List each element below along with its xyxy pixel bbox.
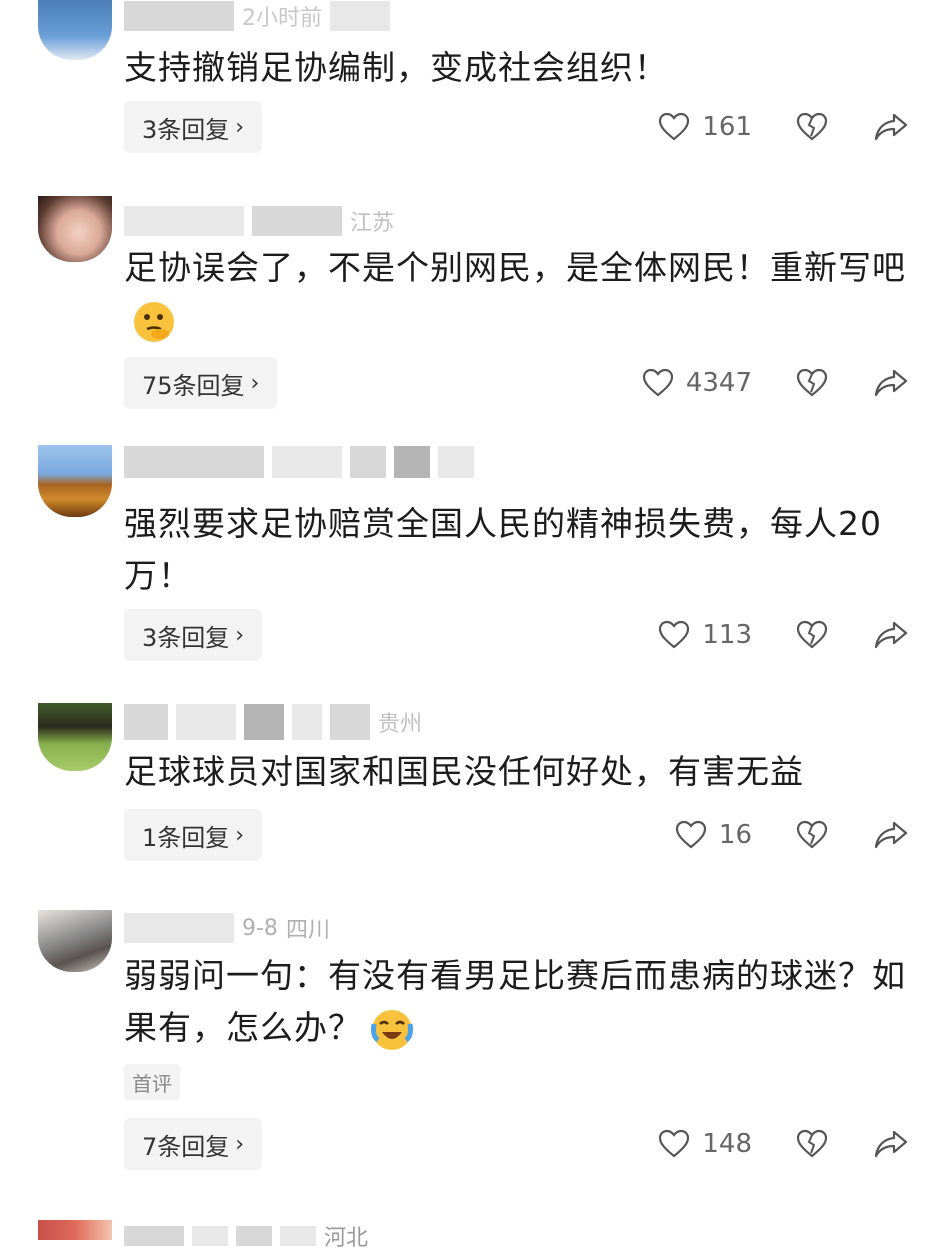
comment-actions: 148 <box>658 1118 908 1170</box>
comment-text: 足球球员对国家和国民没任何好处，有害无益 <box>124 752 804 791</box>
laughing-crying-emoji-icon <box>368 1006 416 1054</box>
comment-text: 支持撤销足协编制，变成社会组织！ <box>124 48 668 87</box>
comment-date: 9-8 <box>242 915 278 941</box>
avatar[interactable] <box>38 196 112 262</box>
redacted-username <box>124 913 234 943</box>
heart-outline-icon <box>642 368 674 398</box>
chevron-right-icon: › <box>235 1131 245 1157</box>
comment-time: 2小时前 <box>242 6 322 31</box>
chevron-right-icon: › <box>250 370 260 396</box>
redacted-time <box>252 206 342 236</box>
comment-text-body: 足协误会了，不是个别网民，是全体网民！重新写吧 <box>124 248 906 287</box>
replies-button[interactable]: 75条回复 › <box>124 357 278 409</box>
broken-heart-icon[interactable] <box>796 1129 828 1159</box>
comment-text: 强烈要求足协赔赏全国人民的精神损失费，每人20万！ <box>124 504 882 595</box>
like-button[interactable]: 113 <box>658 620 752 650</box>
redacted-username <box>244 704 284 740</box>
redacted-block <box>292 704 322 740</box>
redacted-location <box>438 446 474 478</box>
broken-heart-icon[interactable] <box>796 368 828 398</box>
share-arrow-icon[interactable] <box>874 1129 908 1159</box>
share-arrow-icon[interactable] <box>874 820 908 850</box>
replies-button[interactable]: 3条回复 › <box>124 609 263 661</box>
broken-heart-icon[interactable] <box>796 620 828 650</box>
redacted-block <box>192 1226 228 1246</box>
share-arrow-icon[interactable] <box>874 368 908 398</box>
first-comment-badge: 首评 <box>124 1064 180 1100</box>
replies-label: 3条回复 <box>142 623 230 652</box>
replies-button[interactable]: 3条回复 › <box>124 101 263 153</box>
share-arrow-icon[interactable] <box>874 112 908 142</box>
avatar[interactable] <box>38 910 112 972</box>
comment-actions: 113 <box>658 609 908 661</box>
comment-location: 贵州 <box>378 712 423 737</box>
replies-label: 7条回复 <box>142 1132 230 1161</box>
broken-heart-icon[interactable] <box>796 820 828 850</box>
heart-outline-icon <box>658 1129 690 1159</box>
chevron-right-icon: › <box>235 114 245 140</box>
comment-meta <box>124 446 474 478</box>
heart-outline-icon <box>658 112 690 142</box>
replies-button[interactable]: 1条回复 › <box>124 809 263 861</box>
comment-meta: 贵州 <box>124 704 422 740</box>
avatar[interactable] <box>38 1220 112 1240</box>
redacted-block <box>236 1226 272 1246</box>
replies-label: 1条回复 <box>142 823 230 852</box>
heart-outline-icon <box>658 620 690 650</box>
redacted-time <box>280 1226 316 1246</box>
comment-text: 足协误会了，不是个别网民，是全体网民！重新写吧 <box>124 242 906 346</box>
redacted-username <box>124 1226 184 1246</box>
comment-location: 江苏 <box>350 211 395 236</box>
like-count: 16 <box>718 820 752 850</box>
redacted-block <box>350 446 386 478</box>
replies-label: 75条回复 <box>142 371 245 400</box>
like-button[interactable]: 4347 <box>642 368 752 398</box>
redacted-block <box>176 704 236 740</box>
like-count: 4347 <box>685 368 752 398</box>
broken-heart-icon[interactable] <box>796 112 828 142</box>
comment-location: 河北 <box>324 1226 369 1251</box>
redacted-username <box>124 446 264 478</box>
comment-actions: 4347 <box>642 357 908 409</box>
comment-location: 四川 <box>285 918 330 943</box>
redacted-time <box>330 704 370 740</box>
like-button[interactable]: 16 <box>675 820 752 850</box>
comment-meta: 9-8 四川 <box>124 912 330 944</box>
comment-meta: 江苏 <box>124 205 394 237</box>
replies-button[interactable]: 7条回复 › <box>124 1118 263 1170</box>
like-count: 148 <box>702 1129 752 1159</box>
like-count: 161 <box>702 112 752 142</box>
heart-outline-icon <box>675 820 707 850</box>
avatar[interactable] <box>38 445 112 517</box>
thinking-face-emoji-icon <box>130 298 178 346</box>
avatar[interactable] <box>38 703 112 771</box>
comment-meta: 河北 <box>124 1220 368 1252</box>
chevron-right-icon: › <box>235 822 245 848</box>
like-button[interactable]: 161 <box>658 112 752 142</box>
comment-actions: 161 <box>658 101 908 153</box>
redacted-location <box>330 1 390 31</box>
redacted-username <box>124 1 234 31</box>
comment-text-body: 弱弱问一句：有没有看男足比赛后而患病的球迷？如果有，怎么办？ <box>124 956 906 1047</box>
redacted-block <box>124 704 168 740</box>
comment-actions: 16 <box>675 809 908 861</box>
redacted-time <box>272 446 342 478</box>
like-button[interactable]: 148 <box>658 1129 752 1159</box>
comment-text: 弱弱问一句：有没有看男足比赛后而患病的球迷？如果有，怎么办？ <box>124 950 906 1054</box>
comment-meta: 2小时前 <box>124 0 390 32</box>
redacted-username <box>124 206 244 236</box>
avatar[interactable] <box>38 0 112 60</box>
share-arrow-icon[interactable] <box>874 620 908 650</box>
replies-label: 3条回复 <box>142 115 230 144</box>
like-count: 113 <box>702 620 752 650</box>
redacted-block <box>394 446 430 478</box>
chevron-right-icon: › <box>235 622 245 648</box>
